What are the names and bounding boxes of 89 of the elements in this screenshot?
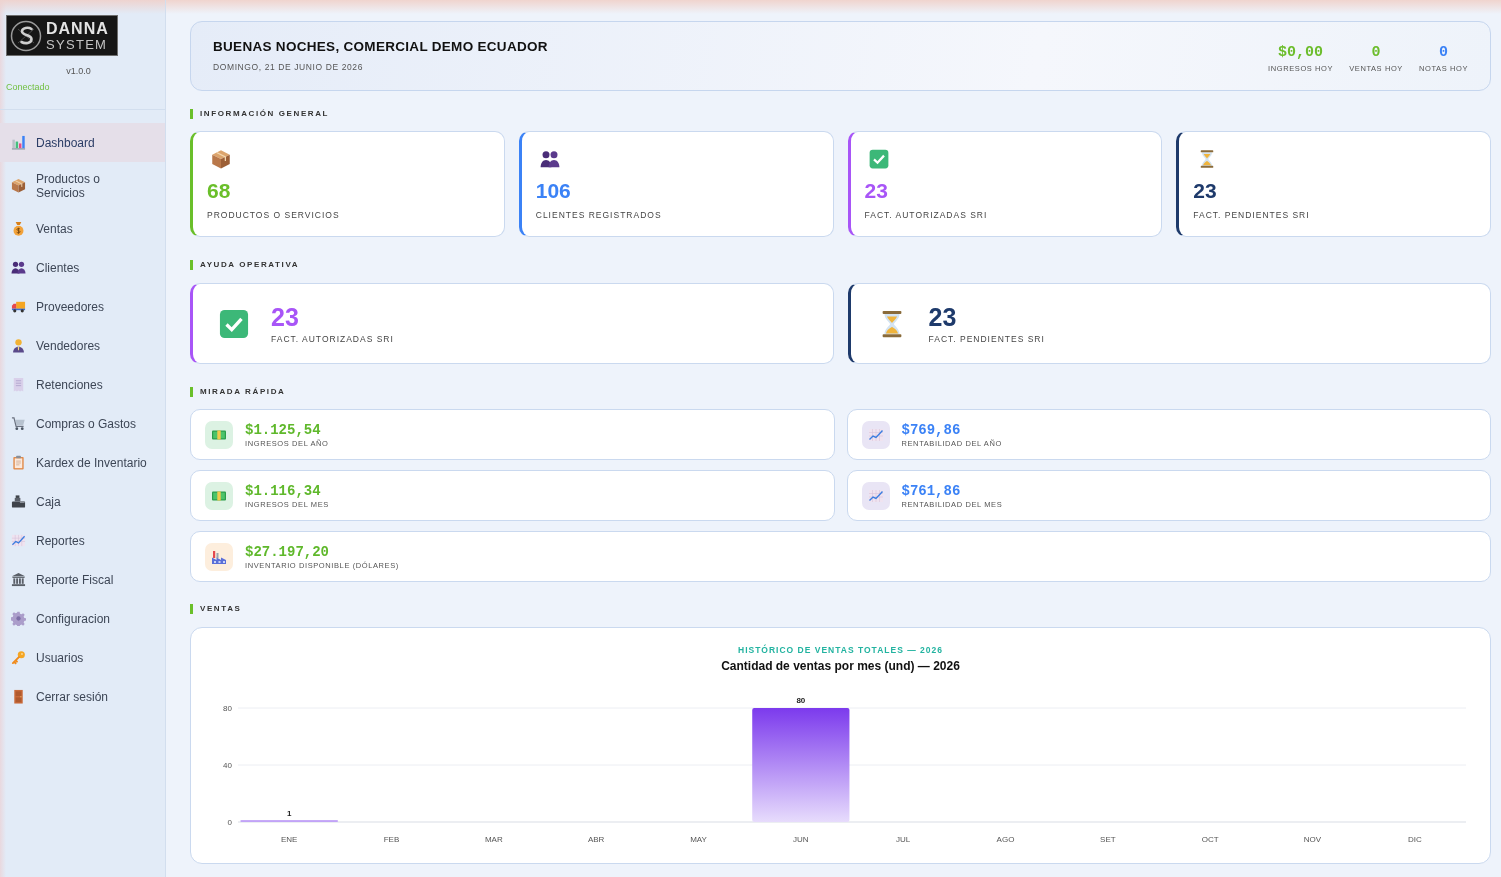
x-axis-label: SET	[1100, 835, 1116, 844]
card-value: $27.197,20	[245, 543, 329, 560]
card-value: $761,86	[901, 482, 961, 499]
bar-chart-icon	[11, 135, 26, 150]
nav-item[interactable]: Dashboard	[0, 123, 165, 162]
cash-register-icon	[11, 494, 26, 509]
card-value: 68	[207, 179, 231, 203]
greeting-title: BUENAS NOCHES, COMERCIAL DEMO ECUADOR	[213, 39, 548, 55]
key-icon	[11, 650, 26, 665]
card-label: FACT. AUTORIZADAS SRI	[864, 210, 988, 220]
card-label: PRODUCTOS O SERVICIOS	[207, 210, 340, 220]
x-axis-label: MAY	[690, 835, 707, 844]
section-title: AYUDA OPERATIVA	[190, 260, 300, 270]
checkmark-icon	[868, 149, 889, 169]
money-icon	[205, 420, 233, 449]
nav-item[interactable]: Ventas	[0, 209, 165, 248]
clipboard-icon	[11, 455, 26, 470]
y-axis-label: 80	[223, 704, 232, 713]
gear-icon	[11, 611, 26, 626]
nav-item[interactable]: Configuracion	[0, 599, 165, 638]
y-axis-label: 0	[227, 818, 232, 827]
money-icon	[205, 481, 233, 510]
nav-item[interactable]: Productos o Servicios	[0, 162, 165, 209]
date-text: DOMINGO, 21 DE JUNIO DE 2026	[213, 61, 363, 73]
nav-item[interactable]: Retenciones	[0, 365, 165, 404]
x-axis-label: OCT	[1201, 835, 1219, 844]
box-icon	[11, 178, 26, 193]
nav-item[interactable]: Compras o Gastos	[0, 404, 165, 443]
card-label: CLIENTES REGISTRADOS	[535, 210, 662, 220]
nav-item[interactable]: Kardex de Inventario	[0, 443, 165, 482]
x-axis-label: FEB	[383, 835, 400, 844]
section-title: INFORMACIÓN GENERAL	[190, 109, 330, 119]
chart-heading: HISTÓRICO DE VENTAS TOTALES — 2026	[738, 645, 943, 655]
logo-emblem-icon	[10, 19, 42, 52]
x-axis-label: MAR	[484, 835, 503, 844]
nav-item[interactable]: Clientes	[0, 248, 165, 287]
people-icon	[11, 260, 26, 275]
chart-title: Cantidad de ventas por mes (und) — 2026	[721, 659, 960, 673]
stat-value: 0	[1438, 44, 1448, 61]
line-chart-icon	[861, 481, 890, 510]
money-bag-icon	[11, 221, 26, 236]
x-axis-label: AGO	[996, 835, 1015, 844]
x-axis-label: ENE	[280, 835, 298, 844]
card-label: FACT. PENDIENTES SRI	[928, 334, 1045, 344]
card-value: 106	[535, 179, 571, 203]
person-icon	[11, 338, 26, 353]
connection-status: Conectado	[6, 82, 50, 93]
nav-item[interactable]: Reportes	[0, 521, 165, 560]
receipt-icon	[11, 377, 26, 392]
data-label: 80	[796, 696, 806, 705]
card-value: $1.116,34	[245, 482, 321, 499]
x-axis-label: JUL	[896, 835, 911, 844]
logo-text: SYSTEM	[46, 37, 108, 51]
nav-item[interactable]: Cerrar sesión	[0, 677, 165, 716]
door-icon	[11, 689, 26, 704]
logo-text: DANNA	[46, 20, 109, 37]
card-value: 23	[928, 303, 957, 331]
truck-icon	[11, 299, 26, 314]
nav-item[interactable]: Vendedores	[0, 326, 165, 365]
card-label: FACT. AUTORIZADAS SRI	[271, 334, 394, 344]
x-axis-label: ABR	[587, 835, 605, 844]
card-value: $769,86	[901, 421, 961, 438]
cart-icon	[11, 416, 26, 431]
factory-icon	[205, 542, 233, 571]
y-axis-label: 40	[223, 761, 232, 770]
version-text: v1.0.0	[66, 66, 91, 77]
people-icon	[539, 149, 560, 169]
nav-item[interactable]: Caja	[0, 482, 165, 521]
card-value: 23	[864, 179, 888, 203]
box-icon	[211, 149, 231, 169]
checkmark-icon	[219, 308, 249, 339]
section-title: MIRADA RÁPIDA	[190, 387, 286, 397]
line-chart-icon	[861, 420, 890, 449]
stat-value: $0,00	[1278, 44, 1324, 61]
nav-item[interactable]: Proveedores	[0, 287, 165, 326]
line-chart-icon	[11, 533, 26, 548]
card-label: FACT. PENDIENTES SRI	[1193, 210, 1310, 220]
x-axis-label: DIC	[1407, 835, 1422, 844]
x-axis-label: JUN	[793, 835, 809, 844]
bank-icon	[11, 572, 26, 587]
stat-value: 0	[1371, 44, 1381, 61]
card-value: 23	[1193, 179, 1217, 203]
section-title: VENTAS	[190, 604, 242, 614]
nav-item[interactable]: Usuarios	[0, 638, 165, 677]
card-value: $1.125,54	[245, 421, 321, 438]
data-label: 1	[286, 808, 292, 818]
x-axis-label: NOV	[1303, 835, 1322, 844]
nav-item[interactable]: Reporte Fiscal	[0, 560, 165, 599]
card-value: 23	[271, 303, 299, 331]
